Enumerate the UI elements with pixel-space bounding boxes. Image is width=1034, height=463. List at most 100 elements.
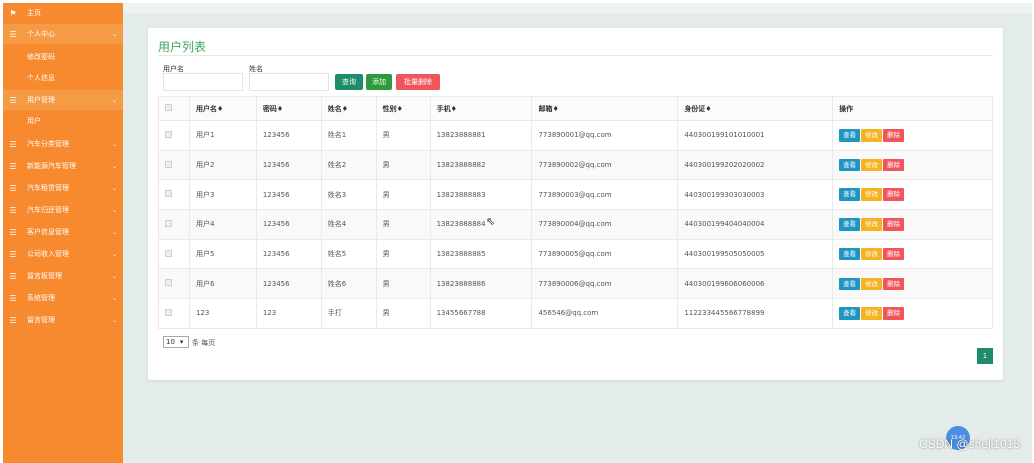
row-select-cell[interactable] xyxy=(158,298,190,329)
delete-button[interactable]: 删除 xyxy=(883,218,905,231)
row-select-cell[interactable] xyxy=(158,268,190,300)
delete-button[interactable]: 删除 xyxy=(883,307,905,320)
cell-actions: 查看 修改 删除 xyxy=(832,298,993,329)
chevron-down-icon: ⌄ xyxy=(111,250,117,258)
header-name[interactable]: 姓名♦ xyxy=(320,96,377,121)
cell-gender: 男 xyxy=(375,149,431,181)
row-select-cell[interactable] xyxy=(158,120,190,151)
sidebar-item-home[interactable]: ⚑ 主页 xyxy=(3,3,123,23)
delete-button[interactable]: 删除 xyxy=(883,247,905,261)
row-checkbox[interactable] xyxy=(165,249,172,257)
view-button[interactable]: 查看 xyxy=(839,188,861,201)
header-username[interactable]: 用户名♦ xyxy=(188,96,257,121)
row-checkbox[interactable] xyxy=(165,160,172,168)
header-phone[interactable]: 手机♦ xyxy=(429,96,533,121)
cell-phone: 13823888881 xyxy=(429,120,533,151)
view-button[interactable]: 查看 xyxy=(839,158,861,172)
row-checkbox[interactable] xyxy=(165,279,172,287)
cell-username: 用户4 xyxy=(188,209,257,240)
header-id-card[interactable]: 身份证♦ xyxy=(677,96,834,121)
edit-button[interactable]: 修改 xyxy=(861,307,883,320)
cell-password: 123456 xyxy=(255,268,322,300)
edit-button[interactable]: 修改 xyxy=(861,247,883,261)
cell-actions: 查看 修改 删除 xyxy=(832,179,993,211)
view-button[interactable]: 查看 xyxy=(839,307,861,320)
edit-button[interactable]: 修改 xyxy=(861,218,883,231)
per-page-text: 条 每页 xyxy=(192,339,216,347)
cell-gender: 男 xyxy=(375,120,431,151)
sidebar-item-messages[interactable]: ☰ 留言管理 ⌄ xyxy=(3,310,123,330)
page-size-select[interactable]: 10 ▾ xyxy=(163,336,189,348)
row-select-cell[interactable] xyxy=(158,209,190,240)
cell-id-card: 440300199101010001 xyxy=(677,120,834,151)
cell-password: 123456 xyxy=(255,149,322,181)
cell-gender: 男 xyxy=(375,268,431,300)
page-button-current[interactable]: 1 xyxy=(977,348,993,364)
header-gender[interactable]: 性别♦ xyxy=(375,96,431,121)
row-checkbox[interactable] xyxy=(165,308,172,316)
menu-icon: ☰ xyxy=(9,271,17,281)
sidebar-item-new-energy[interactable]: ☰ 新能源汽车管理 ⌄ xyxy=(3,156,123,176)
edit-button[interactable]: 修改 xyxy=(861,129,883,142)
sidebar-item-rental[interactable]: ☰ 汽车租赁管理 ⌄ xyxy=(3,178,123,198)
view-button[interactable]: 查看 xyxy=(839,129,861,142)
select-all-cell[interactable] xyxy=(158,96,190,121)
cell-id-card: 440300199202020002 xyxy=(677,149,834,181)
chevron-down-icon: ⌄ xyxy=(111,228,117,236)
cell-email: 773890001@qq.com xyxy=(531,120,679,151)
cell-email: 456546@qq.com xyxy=(531,298,679,329)
table-header-row: 用户名♦ 密码♦ 姓名♦ 性别♦ 手机♦ 邮箱♦ 身份证♦ 操作 xyxy=(158,96,993,121)
table-row: 用户1 123456 姓名1 男 13823888881 773890001@qq.com… xyxy=(158,120,993,151)
edit-button[interactable]: 修改 xyxy=(861,188,883,201)
edit-button[interactable]: 修改 xyxy=(861,158,883,172)
sidebar-subitem-label: 用户 xyxy=(27,117,41,125)
sidebar-item-system[interactable]: ☰ 系统管理 ⌄ xyxy=(3,288,123,308)
sidebar-subitem-users[interactable]: 用户 xyxy=(3,111,123,131)
sidebar-item-label: 公司收入管理 xyxy=(27,250,69,258)
cell-password: 123456 xyxy=(255,120,322,151)
cell-name: 姓名5 xyxy=(320,238,377,270)
flag-icon: ⚑ xyxy=(9,8,17,18)
sidebar-item-car-category[interactable]: ☰ 汽车分类管理 ⌄ xyxy=(3,134,123,154)
query-button[interactable]: 查询 xyxy=(335,74,363,90)
sidebar-item-personal-center[interactable]: ☰ 个人中心 ⌄ xyxy=(3,24,123,44)
sidebar-item-user-mgmt[interactable]: ☰ 用户管理 ⌄ xyxy=(3,90,123,110)
sidebar-item-message-board[interactable]: ☰ 留言板管理 ⌄ xyxy=(3,266,123,286)
sidebar-subitem-personal-info[interactable]: 个人信息 xyxy=(3,68,123,88)
menu-icon: ☰ xyxy=(9,183,17,193)
row-select-cell[interactable] xyxy=(158,238,190,270)
menu-icon: ☰ xyxy=(9,293,17,303)
cell-phone: 13823888883 xyxy=(429,179,533,211)
cell-password: 123456 xyxy=(255,179,322,211)
sidebar-subitem-change-password[interactable]: 修改密码 xyxy=(3,47,123,67)
row-select-cell[interactable] xyxy=(158,149,190,181)
view-button[interactable]: 查看 xyxy=(839,247,861,261)
row-checkbox[interactable] xyxy=(165,190,172,198)
header-email[interactable]: 邮箱♦ xyxy=(531,96,679,121)
row-checkbox[interactable] xyxy=(165,219,172,227)
main-content: 用户列表 用户名 姓名 查询 添加 批量删除 用户名♦ 密码♦ 姓名♦ 性别♦ … xyxy=(123,3,1032,463)
username-input[interactable] xyxy=(163,73,243,91)
select-all-checkbox[interactable] xyxy=(165,104,172,111)
sidebar-item-customer[interactable]: ☰ 客户信息管理 ⌄ xyxy=(3,222,123,242)
add-button[interactable]: 添加 xyxy=(366,74,392,90)
sidebar-item-label: 个人中心 xyxy=(27,30,55,38)
row-checkbox[interactable] xyxy=(165,130,172,138)
name-input[interactable] xyxy=(249,73,329,91)
cell-phone: 13823888882 xyxy=(429,149,533,181)
sidebar-item-income[interactable]: ☰ 公司收入管理 ⌄ xyxy=(3,244,123,264)
sidebar-item-return[interactable]: ☰ 汽车归还管理 ⌄ xyxy=(3,200,123,220)
header-password[interactable]: 密码♦ xyxy=(255,96,322,121)
row-select-cell[interactable] xyxy=(158,179,190,211)
delete-button[interactable]: 删除 xyxy=(883,188,905,201)
batch-delete-button[interactable]: 批量删除 xyxy=(396,74,440,90)
delete-button[interactable]: 删除 xyxy=(883,158,905,172)
edit-button[interactable]: 修改 xyxy=(861,277,883,291)
view-button[interactable]: 查看 xyxy=(839,277,861,291)
view-button[interactable]: 查看 xyxy=(839,218,861,231)
cell-phone: 13823888885 xyxy=(429,238,533,270)
delete-button[interactable]: 删除 xyxy=(883,129,905,142)
cell-actions: 查看 修改 删除 xyxy=(832,268,993,300)
table-row: 用户5 123456 姓名5 男 13823888885 773890005@qq.com… xyxy=(158,238,993,270)
delete-button[interactable]: 删除 xyxy=(883,277,905,291)
